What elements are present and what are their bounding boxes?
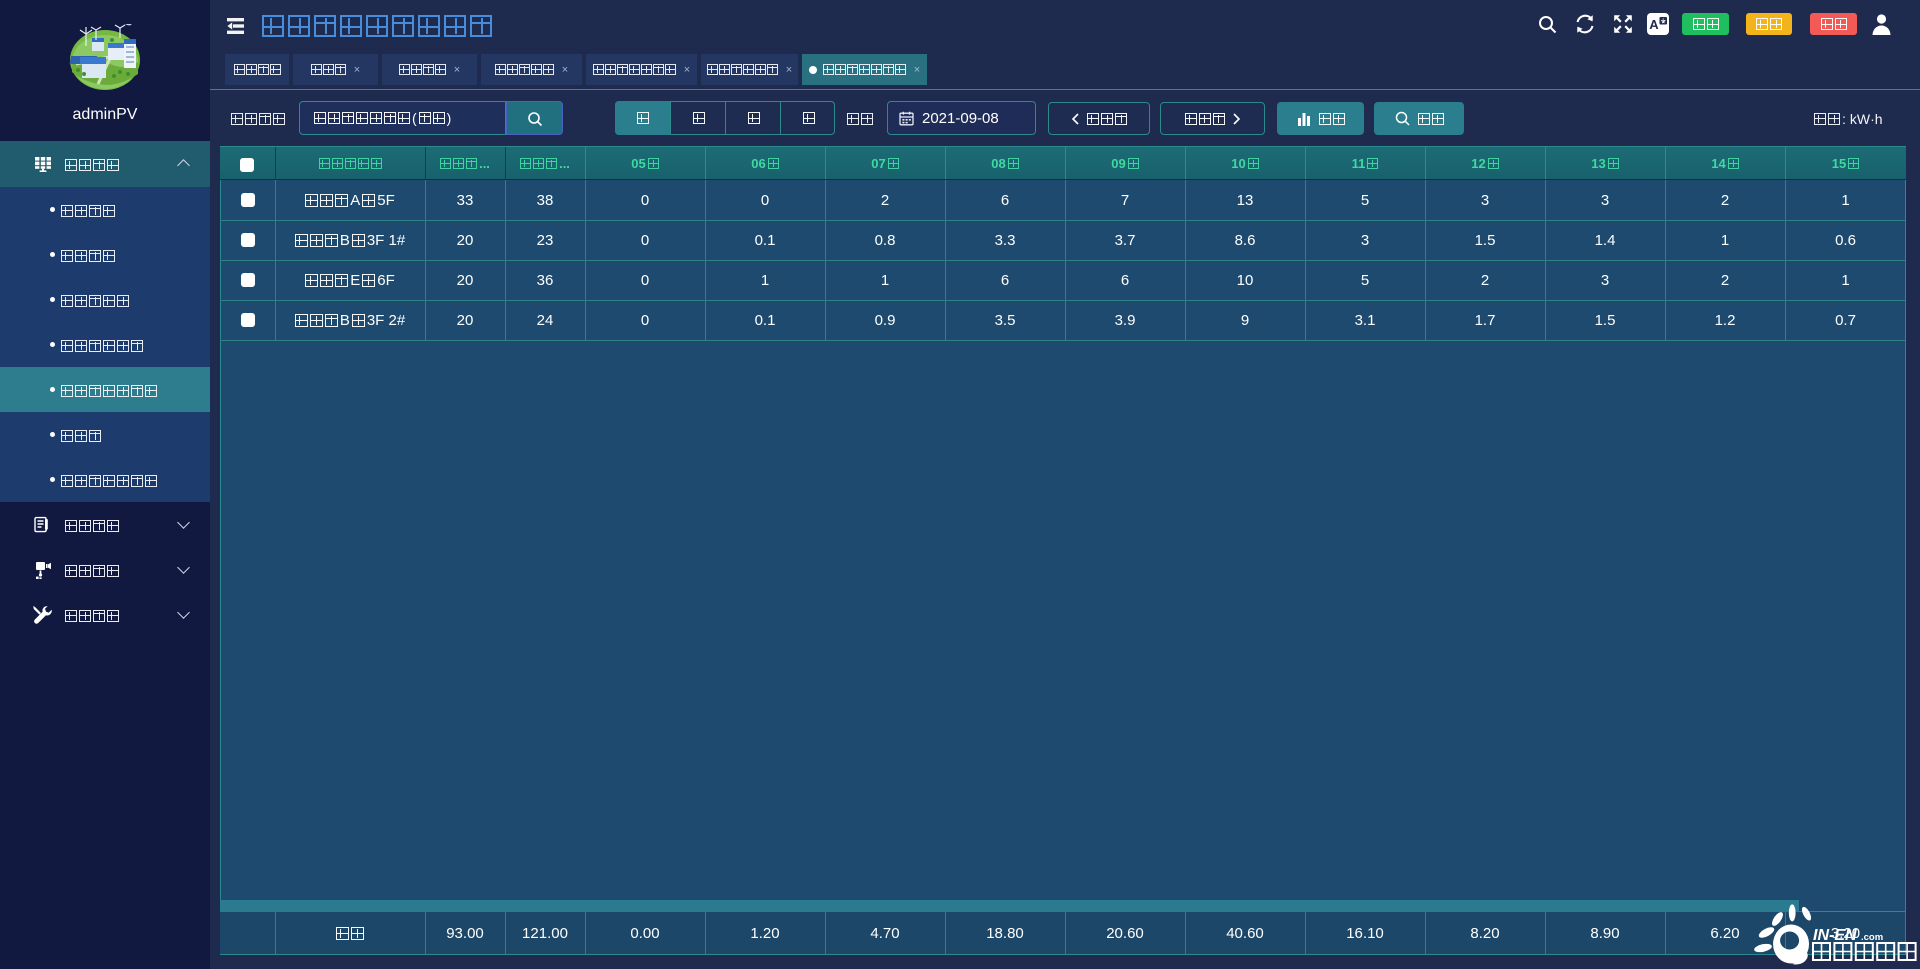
svg-text:IN-EN: IN-EN xyxy=(1813,927,1857,944)
svg-text:A: A xyxy=(1649,17,1659,32)
svg-text:.com: .com xyxy=(1861,932,1883,943)
